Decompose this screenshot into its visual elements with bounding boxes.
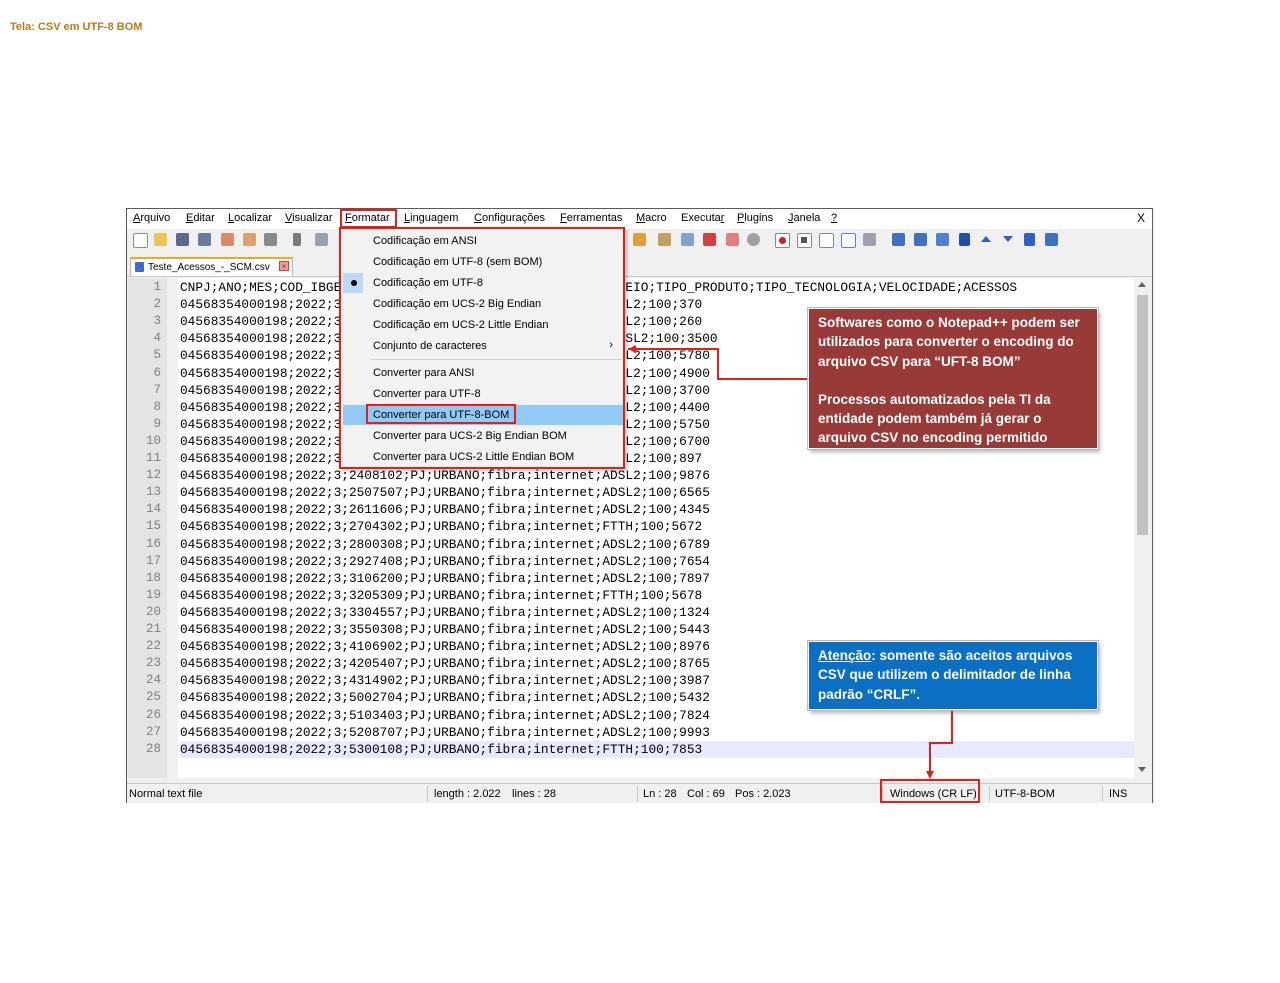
blue-callout-connector — [929, 711, 953, 772]
callout-notepad-conversion: Softwares como o Notepad++ podem ser uti… — [808, 308, 1098, 449]
blue-callout-arrowhead — [926, 771, 934, 779]
callout-attention-label: Atenção — [818, 648, 872, 663]
callout-red-text-2: Processos automatizados pela TI da entid… — [818, 391, 1051, 446]
callout-crlf-attention: Atenção: somente são aceitos arquivos CS… — [808, 641, 1098, 710]
red-callout-connector — [628, 348, 807, 380]
callout-connectors — [628, 345, 953, 779]
callout-red-text-1: Softwares como o Notepad++ podem ser uti… — [818, 315, 1080, 369]
red-callout-arrowhead — [628, 345, 636, 353]
